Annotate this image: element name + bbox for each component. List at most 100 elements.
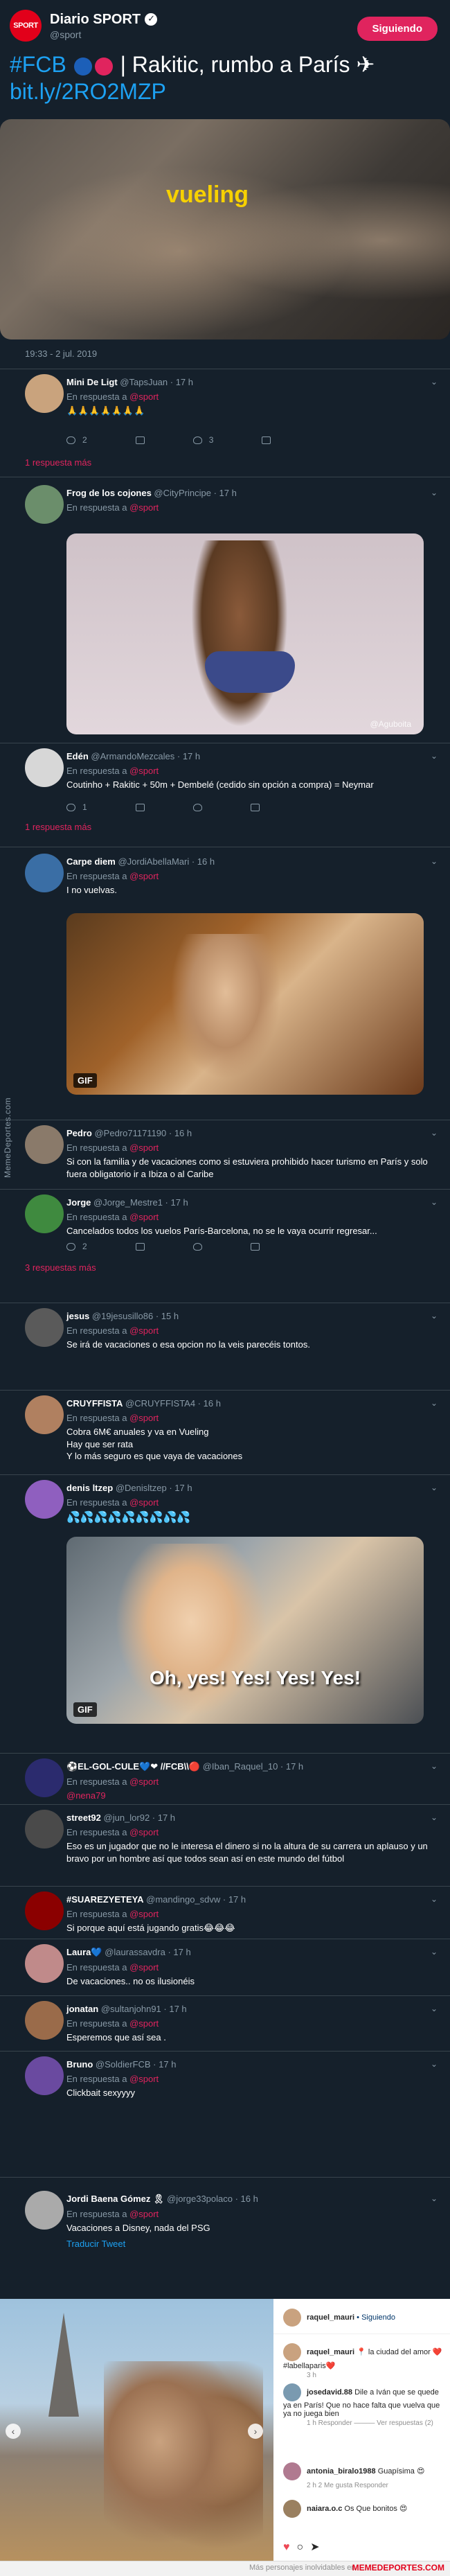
reply-to-link[interactable]: @sport [129, 2018, 159, 2029]
heart-icon[interactable]: ♥ [283, 2541, 297, 2553]
reply-author[interactable]: Edén [66, 751, 89, 761]
reply-to-link[interactable]: @sport [129, 391, 159, 402]
chevron-down-icon[interactable]: ⌄ [431, 856, 438, 866]
reply-author[interactable]: Pedro [66, 1128, 92, 1138]
reply-author[interactable]: #SUAREZYETEYA [66, 1894, 144, 1905]
avatar[interactable] [25, 1395, 64, 1434]
reply-media-image[interactable]: @Aguboita [66, 533, 424, 734]
reply-to-link[interactable]: @sport [129, 1325, 159, 1336]
reply-handle[interactable]: @19jesusillo86 · 15 h [92, 1311, 179, 1321]
chevron-down-icon[interactable]: ⌄ [431, 1894, 438, 1904]
reply-to-link[interactable]: @sport [129, 766, 159, 776]
chevron-down-icon[interactable]: ⌄ [431, 2059, 438, 2069]
avatar[interactable] [25, 1758, 64, 1797]
tweet-video[interactable]: vueling [0, 119, 450, 339]
comment-icon[interactable]: ○ [297, 2541, 311, 2553]
dm-action[interactable] [250, 1242, 260, 1251]
retweet-action[interactable] [135, 435, 145, 445]
reply-handle[interactable]: @Pedro71171190 · 16 h [94, 1128, 192, 1138]
avatar[interactable] [283, 2462, 301, 2480]
reply-to-link[interactable]: @sport [129, 871, 159, 881]
reply-action[interactable]: 2 [66, 435, 87, 445]
avatar[interactable] [283, 2343, 301, 2361]
avatar[interactable] [283, 2500, 301, 2518]
share-icon[interactable]: ➤ [310, 2541, 326, 2553]
reply-handle[interactable]: @JordiAbellaMari · 16 h [118, 856, 215, 867]
avatar[interactable] [25, 1480, 64, 1519]
reply-author[interactable]: street92 [66, 1812, 101, 1823]
avatar[interactable] [25, 1308, 64, 1347]
avatar[interactable] [25, 1810, 64, 1849]
following-button[interactable]: Siguiendo [357, 17, 438, 41]
dm-action[interactable] [250, 802, 260, 812]
reply-author[interactable]: Mini De Ligt [66, 377, 118, 387]
chevron-down-icon[interactable]: ⌄ [431, 1128, 438, 1138]
reply-handle[interactable]: @jun_lor92 · 17 h [104, 1812, 176, 1823]
comment-user[interactable]: raquel_mauri [307, 2348, 354, 2356]
avatar[interactable] [25, 374, 64, 413]
chevron-down-icon[interactable]: ⌄ [431, 751, 438, 761]
chevron-down-icon[interactable]: ⌄ [431, 1398, 438, 1408]
reply-to-link[interactable]: @sport [129, 1909, 159, 1919]
more-replies-link[interactable]: 1 respuesta más [25, 457, 91, 468]
avatar[interactable] [25, 1944, 64, 1983]
reply-handle[interactable]: @sultanjohn91 · 17 h [101, 2004, 187, 2014]
more-replies-link[interactable]: 1 respuesta más [25, 822, 91, 832]
footer-brand[interactable]: MEMEDEPORTES.COM [352, 2563, 444, 2573]
reply-handle[interactable]: @ArmandoMezcales · 17 h [91, 751, 200, 761]
instagram-photo[interactable]: ‹ › [0, 2299, 273, 2561]
avatar[interactable] [25, 1125, 64, 1164]
comment-user[interactable]: josedavid.88 [307, 2388, 352, 2397]
reply-text[interactable]: @nena79 [66, 1790, 438, 1802]
reply-to-link[interactable]: @sport [129, 2209, 159, 2219]
comment-user[interactable]: antonia_biralo1988 [307, 2467, 376, 2476]
reply-author[interactable]: CRUYFFISTA [66, 1398, 123, 1409]
reply-author[interactable]: denis ltzep [66, 1483, 113, 1493]
reply-to-link[interactable]: @sport [129, 502, 159, 513]
reply-handle[interactable]: @mandingo_sdvw · 17 h [146, 1894, 246, 1905]
comment-user[interactable]: naiara.o.c [307, 2505, 342, 2513]
chevron-down-icon[interactable]: ⌄ [431, 1483, 438, 1492]
reply-author[interactable]: Bruno [66, 2059, 93, 2070]
reply-to-link[interactable]: @sport [129, 1827, 159, 1837]
reply-author[interactable]: jonatan [66, 2004, 98, 2014]
instagram-user[interactable]: raquel_mauri [307, 2313, 354, 2322]
reply-handle[interactable]: @CityPrincipe · 17 h [154, 488, 236, 498]
instagram-follow[interactable]: • Siguiendo [357, 2313, 395, 2322]
chevron-down-icon[interactable]: ⌄ [431, 488, 438, 497]
reply-gif[interactable]: GIF [66, 913, 424, 1095]
reply-to-link[interactable]: @sport [129, 1962, 159, 1973]
like-action[interactable]: 3 [192, 435, 213, 445]
avatar[interactable] [283, 2309, 301, 2327]
retweet-action[interactable] [135, 802, 145, 812]
chevron-down-icon[interactable]: ⌄ [431, 1812, 438, 1822]
avatar[interactable] [25, 748, 64, 787]
reply-author[interactable]: Frog de los cojones [66, 488, 152, 498]
account-handle[interactable]: @sport [50, 29, 157, 40]
reply-author[interactable]: Laura💙 [66, 1947, 102, 1957]
chevron-down-icon[interactable]: ⌄ [431, 1197, 438, 1207]
reply-author[interactable]: jesus [66, 1311, 89, 1321]
reply-handle[interactable]: @Iban_Raquel_10 · 17 h [203, 1761, 303, 1772]
sport-logo[interactable]: SPORT [10, 10, 42, 42]
chevron-down-icon[interactable]: ⌄ [431, 1311, 438, 1321]
retweet-action[interactable] [135, 1242, 145, 1251]
tweet-timestamp[interactable]: 19:33 - 2 jul. 2019 [25, 349, 97, 359]
reply-action[interactable]: 1 [66, 802, 87, 812]
chevron-down-icon[interactable]: ⌄ [431, 2194, 438, 2203]
reply-to-link[interactable]: @sport [129, 1776, 159, 1787]
avatar[interactable] [283, 2383, 301, 2401]
tweet-link[interactable]: bit.ly/2RO2MZP [10, 78, 440, 105]
reply-to-link[interactable]: @sport [129, 1143, 159, 1153]
reply-handle[interactable]: @jorge33polaco · 16 h [167, 2194, 258, 2204]
reply-author[interactable]: Jordi Baena Gómez 🎗 [66, 2194, 164, 2204]
avatar[interactable] [25, 2191, 64, 2230]
account-name[interactable]: Diario SPORT [50, 12, 158, 28]
reply-to-link[interactable]: @sport [129, 1212, 159, 1222]
avatar[interactable] [25, 2001, 64, 2040]
chevron-down-icon[interactable]: ⌄ [431, 377, 438, 387]
chevron-left-icon[interactable]: ‹ [6, 2424, 21, 2439]
reply-to-link[interactable]: @sport [129, 1413, 159, 1423]
reply-handle[interactable]: @Denisltzep · 17 h [116, 1483, 192, 1493]
avatar[interactable] [25, 854, 64, 892]
